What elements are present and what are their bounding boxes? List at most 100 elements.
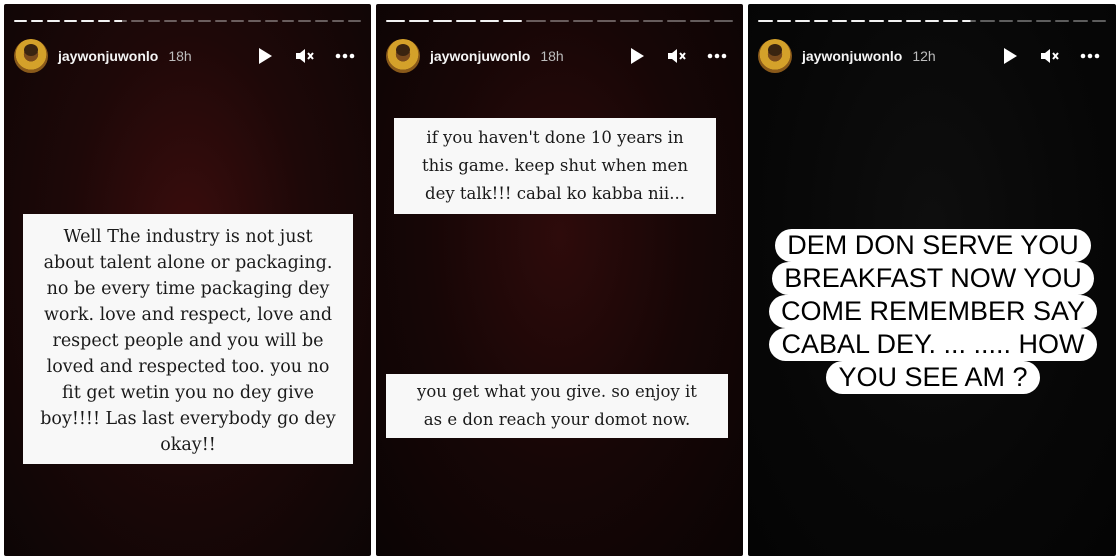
sticker-line: DEM DON SERVE YOU	[775, 229, 1091, 262]
speaker-muted-icon	[296, 49, 314, 63]
progress-segment	[479, 20, 500, 22]
story-text-box: Well The industry is not just about tale…	[23, 214, 353, 464]
progress-segment	[758, 20, 773, 22]
username[interactable]: jaywonjuwonlo	[430, 48, 530, 64]
more-options-button[interactable]	[707, 46, 727, 66]
username[interactable]: jaywonjuwonlo	[802, 48, 902, 64]
progress-segment	[924, 20, 940, 22]
sticker-line: BREAKFAST NOW YOU	[772, 262, 1094, 295]
progress-segment	[620, 20, 640, 22]
story-controls	[627, 46, 727, 66]
progress-segment	[1091, 20, 1107, 22]
more-horizontal-icon	[1080, 53, 1100, 59]
progress-segment	[47, 20, 61, 22]
more-options-button[interactable]	[1080, 46, 1100, 66]
story-progress-bar	[386, 20, 734, 23]
progress-segment	[850, 20, 866, 22]
post-time: 12h	[912, 48, 936, 64]
progress-segment	[248, 20, 261, 22]
story-controls	[255, 46, 355, 66]
more-options-button[interactable]	[335, 46, 355, 66]
progress-segment	[64, 20, 77, 22]
progress-segment	[14, 20, 27, 22]
progress-segment	[832, 20, 847, 22]
progress-segment	[813, 20, 829, 22]
story-header: jaywonjuwonlo 18h	[386, 36, 733, 76]
progress-segment	[298, 20, 311, 22]
progress-segment	[131, 20, 144, 22]
progress-segment	[526, 20, 546, 22]
progress-segment	[980, 20, 995, 22]
play-icon	[259, 48, 272, 64]
progress-segment	[164, 20, 178, 22]
progress-segment	[147, 20, 161, 22]
story-panel-3[interactable]: jaywonjuwonlo 12h DEM DON SERVE YOU BREAK…	[748, 4, 1116, 556]
progress-segment	[1054, 20, 1070, 22]
avatar[interactable]	[14, 39, 48, 73]
progress-segment	[1017, 20, 1032, 22]
story-panel-1[interactable]: jaywonjuwonlo 18h Well The industry is n…	[4, 4, 371, 556]
progress-segment	[643, 20, 663, 22]
progress-segment	[776, 20, 792, 22]
sticker-line: YOU SEE AM ?	[826, 361, 1040, 394]
progress-segment	[666, 20, 687, 22]
progress-segment	[97, 20, 111, 22]
progress-segment	[1073, 20, 1088, 22]
progress-segment	[386, 20, 406, 22]
progress-segment	[348, 20, 362, 22]
speaker-muted-icon	[668, 49, 686, 63]
story-progress-bar	[758, 20, 1107, 23]
post-time: 18h	[168, 48, 192, 64]
progress-segment	[432, 20, 453, 22]
progress-segment	[281, 20, 295, 22]
mute-button[interactable]	[295, 46, 315, 66]
progress-segment	[690, 20, 710, 22]
story-panel-2[interactable]: jaywonjuwonlo 18h if you haven't done 10…	[376, 4, 743, 556]
progress-segment	[214, 20, 228, 22]
progress-segment	[943, 20, 958, 22]
speaker-muted-icon	[1041, 49, 1059, 63]
story-controls	[1000, 46, 1100, 66]
progress-segment	[573, 20, 593, 22]
progress-segment	[80, 20, 94, 22]
post-time: 18h	[540, 48, 564, 64]
username[interactable]: jaywonjuwonlo	[58, 48, 158, 64]
sticker-line: COME REMEMBER SAY	[768, 295, 1098, 328]
story-progress-bar	[14, 20, 362, 23]
progress-segment	[409, 20, 429, 22]
mute-button[interactable]	[1040, 46, 1060, 66]
avatar[interactable]	[386, 39, 420, 73]
progress-segment	[264, 20, 278, 22]
story-header: jaywonjuwonlo 12h	[758, 36, 1106, 76]
progress-segment	[30, 20, 44, 22]
play-icon	[1004, 48, 1017, 64]
play-button[interactable]	[1000, 46, 1020, 66]
story-text-box-top: if you haven't done 10 years in this gam…	[394, 118, 716, 214]
progress-segment	[197, 20, 211, 22]
progress-segment	[713, 20, 734, 22]
story-header: jaywonjuwonlo 18h	[14, 36, 361, 76]
progress-segment	[456, 20, 476, 22]
play-button[interactable]	[255, 46, 275, 66]
more-horizontal-icon	[707, 53, 727, 59]
progress-segment	[906, 20, 921, 22]
play-icon	[631, 48, 644, 64]
more-horizontal-icon	[335, 53, 355, 59]
progress-segment	[503, 20, 523, 22]
progress-segment	[231, 20, 245, 22]
story-text-box-bottom: you get what you give. so enjoy it as e …	[386, 374, 728, 438]
play-button[interactable]	[627, 46, 647, 66]
progress-segment	[998, 20, 1014, 22]
progress-segment	[549, 20, 570, 22]
progress-segment	[869, 20, 884, 22]
progress-segment	[795, 20, 810, 22]
progress-segment	[114, 20, 128, 22]
progress-segment	[887, 20, 903, 22]
avatar[interactable]	[758, 39, 792, 73]
progress-segment	[1035, 20, 1051, 22]
progress-segment	[314, 20, 328, 22]
progress-segment	[181, 20, 194, 22]
progress-segment	[596, 20, 617, 22]
mute-button[interactable]	[667, 46, 687, 66]
progress-segment	[961, 20, 977, 22]
